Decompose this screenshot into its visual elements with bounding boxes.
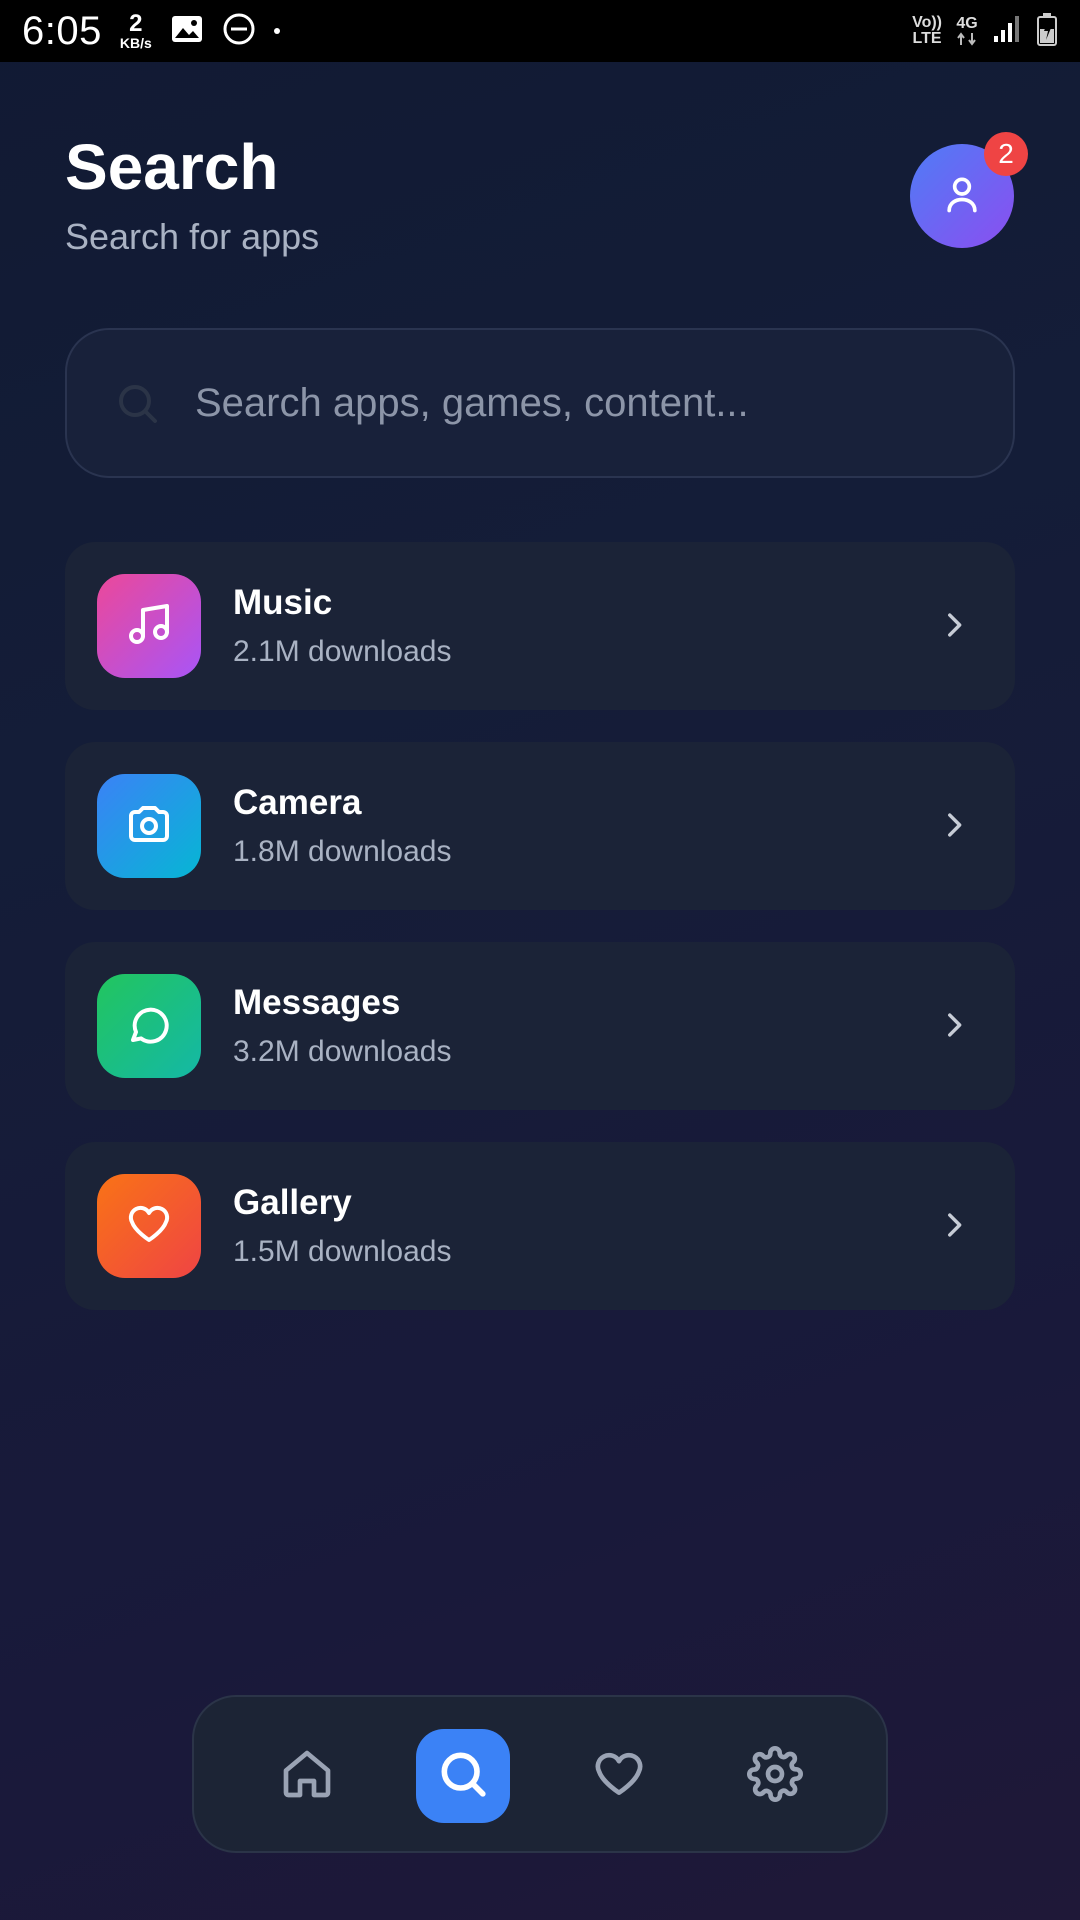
heart-icon [125,1200,173,1253]
app-downloads: 1.8M downloads [233,835,452,868]
app-list-item-gallery[interactable]: Gallery 1.5M downloads [65,1142,1015,1310]
page-subtitle: Search for apps [65,216,320,257]
app-name: Messages [233,983,401,1022]
page-title: Search [65,131,279,203]
search-icon [435,1746,491,1807]
status-bar: 6:05 2 KB/s Vo)) LTE 4G [0,0,1080,62]
app-screen: 6:05 2 KB/s Vo)) LTE 4G Search Search fo… [0,0,1080,1920]
app-name: Camera [233,783,362,822]
app-name: Gallery [233,1183,352,1222]
settings-gear-icon [747,1745,803,1807]
dnd-icon [222,12,256,51]
camera-icon [125,800,173,853]
net-speed: 2 KB/s [119,10,152,51]
app-downloads: 1.5M downloads [233,1235,452,1268]
status-time: 6:05 [22,8,102,53]
app-list-item-music[interactable]: Music 2.1M downloads [65,542,1015,710]
messages-app-icon [97,974,201,1078]
notification-dot-icon [273,28,280,34]
image-notification-icon [170,14,204,49]
nav-home-button[interactable] [260,1729,354,1823]
signal-icon [992,14,1022,49]
battery-icon [1036,12,1058,51]
bottom-nav-bar [192,1695,888,1853]
app-downloads: 2.1M downloads [233,635,452,668]
notification-badge: 2 [984,132,1028,176]
network-type: 4G [956,16,978,46]
nav-settings-button[interactable] [728,1729,822,1823]
app-downloads: 3.2M downloads [233,1035,452,1068]
camera-app-icon [97,774,201,878]
music-note-icon [125,600,173,653]
gallery-app-icon [97,1174,201,1278]
chevron-right-icon [929,800,979,850]
app-list-item-camera[interactable]: Camera 1.8M downloads [65,742,1015,910]
search-placeholder: Search apps, games, content... [195,380,749,425]
app-list-item-messages[interactable]: Messages 3.2M downloads [65,942,1015,1110]
user-icon [940,172,984,221]
chevron-right-icon [929,1000,979,1050]
home-icon [279,1746,335,1807]
chevron-right-icon [929,600,979,650]
volte-indicator: Vo)) LTE [912,14,942,47]
search-input[interactable]: Search apps, games, content... [65,328,1015,478]
nav-favorites-button[interactable] [572,1729,666,1823]
chevron-right-icon [929,1200,979,1250]
nav-search-button[interactable] [416,1729,510,1823]
heart-icon [591,1746,647,1807]
app-name: Music [233,583,333,622]
message-bubble-icon [125,1000,173,1053]
search-icon [107,373,167,433]
music-app-icon [97,574,201,678]
